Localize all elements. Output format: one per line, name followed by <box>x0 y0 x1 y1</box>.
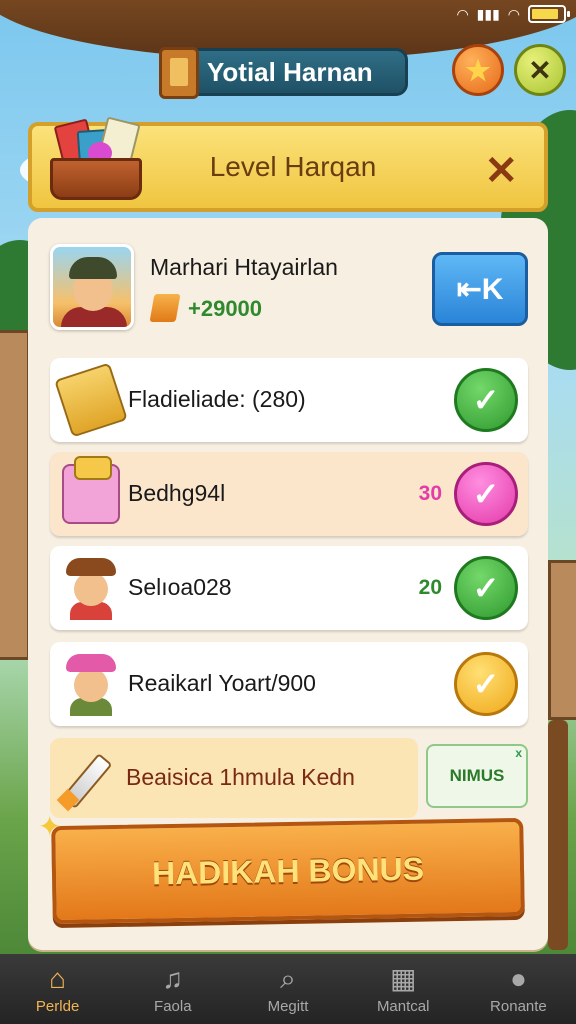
nav-label: Ronante <box>490 997 547 1015</box>
bonus-row: Beaisica 1hmula Kedn NIMUS x <box>50 738 528 822</box>
task-label: Selıoa028 <box>128 574 232 600</box>
house <box>548 560 576 720</box>
bonus-pill: Beaisica 1hmula Kedn <box>50 738 418 818</box>
task-count: 30 <box>418 482 442 505</box>
house <box>0 330 30 660</box>
bonus-label: Beaisica 1hmula Kedn <box>126 764 355 790</box>
battery-fill <box>532 9 558 19</box>
tree-trunk <box>548 720 568 950</box>
task-label: Bedhg94l <box>128 480 226 506</box>
scroll-icon <box>54 362 128 438</box>
check-icon: ✓ <box>472 382 500 418</box>
nav-item-search[interactable]: ⌕ Megitt <box>230 954 345 1024</box>
check-icon: ✓ <box>472 666 500 702</box>
bottom-nav: ⌂ Perlde ♫ Faola ⌕ Megitt ▦ Mantcal ● Ro… <box>0 954 576 1024</box>
level-banner: Level Harqan ✕ <box>28 116 548 212</box>
battery-icon <box>528 5 570 23</box>
nav-label: Faola <box>154 997 192 1015</box>
gem-icon <box>149 294 181 322</box>
header-title-bar: Yotial Harnan <box>159 47 408 99</box>
header-title: Yotial Harnan <box>207 56 373 87</box>
banner-close-button[interactable]: ✕ <box>484 148 518 194</box>
pencil-icon <box>56 752 116 812</box>
task-label: Fladieliade: (280) <box>128 386 306 412</box>
wifi-icon: ◠ <box>507 5 520 22</box>
nav-label: Perlde <box>35 997 80 1015</box>
home-icon: ⌂ <box>49 962 67 994</box>
task-count: 20 <box>418 576 442 599</box>
close-button[interactable]: ✕ <box>514 44 566 96</box>
nav-label: Megitt <box>267 997 309 1015</box>
share-icon: ⇤K <box>456 272 504 306</box>
share-button[interactable]: ⇤K <box>432 252 528 326</box>
star-icon: ★ <box>465 54 491 86</box>
minus-badge: x <box>515 746 522 760</box>
nav-item-grid[interactable]: ▦ Mantcal <box>346 954 461 1024</box>
gift-icon <box>62 456 120 524</box>
profile-icon: ● <box>509 962 527 994</box>
music-icon: ♫ <box>162 962 184 994</box>
check-icon: ✓ <box>472 476 500 512</box>
search-icon: ⌕ <box>280 962 296 994</box>
basket-icon <box>44 116 148 202</box>
check-icon: ✓ <box>472 570 500 606</box>
signal-icon: ▮▮▮ <box>476 5 500 22</box>
task-row[interactable]: Bedhg94l 30 ✓ <box>50 452 528 536</box>
minus-button[interactable]: NIMUS x <box>426 744 528 808</box>
person-icon <box>62 654 120 716</box>
wifi-icon: ◠ <box>456 5 469 22</box>
grid-icon: ▦ <box>389 962 417 994</box>
task-row[interactable]: Reaikarl Yoart/900 ✓ <box>50 642 528 726</box>
profile-points: +29000 <box>188 296 263 321</box>
book-icon <box>159 47 199 99</box>
person-icon <box>62 558 120 620</box>
nav-item-profile[interactable]: ● Ronante <box>461 954 576 1024</box>
star-button[interactable]: ★ <box>452 44 504 96</box>
check-button[interactable]: ✓ <box>454 462 518 526</box>
profile-name: Marhari Htayairlan <box>150 254 338 280</box>
status-bar: ◠ ▮▮▮ ◠ <box>456 0 570 28</box>
task-row[interactable]: Selıoa028 20 ✓ <box>50 546 528 630</box>
check-button[interactable]: ✓ <box>454 556 518 620</box>
minus-label: NIMUS <box>449 766 505 785</box>
task-panel: Marhari Htayairlan +29000 ⇤K Fladieliade… <box>28 218 548 950</box>
claim-bonus-button[interactable]: HADIKAH BONUS <box>51 817 525 925</box>
nav-label: Mantcal <box>376 997 430 1015</box>
task-label: Reaikarl Yoart/900 <box>128 670 316 696</box>
task-row[interactable]: Fladieliade: (280) ✓ <box>50 358 528 442</box>
close-icon: ✕ <box>528 54 552 86</box>
check-button[interactable]: ✓ <box>454 652 518 716</box>
profile-row: Marhari Htayairlan +29000 ⇤K <box>50 242 528 332</box>
banner-title: Level Harqan <box>209 151 377 182</box>
check-button[interactable]: ✓ <box>454 368 518 432</box>
nav-item-music[interactable]: ♫ Faola <box>115 954 230 1024</box>
nav-item-home[interactable]: ⌂ Perlde <box>0 954 115 1024</box>
avatar <box>50 244 134 330</box>
